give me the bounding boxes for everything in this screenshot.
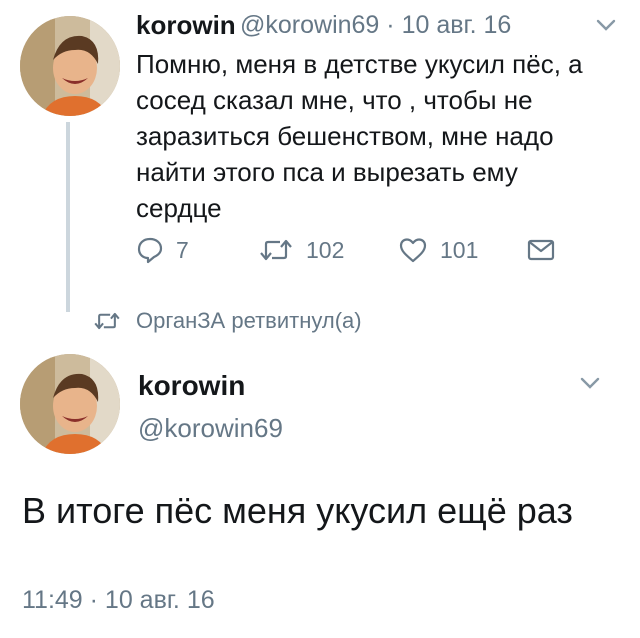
tweet-timestamp[interactable]: 11:49 · 10 авг. 16 — [22, 586, 215, 615]
like-count: 101 — [440, 236, 479, 263]
retweet-button[interactable]: 102 — [258, 232, 344, 268]
reply-button[interactable]: 7 — [136, 232, 189, 268]
display-name[interactable]: korowin — [138, 370, 245, 402]
tweet-date[interactable]: 10 авг. 16 — [402, 11, 512, 39]
tweet-text: В итоге пёс меня укусил ещё раз — [22, 490, 573, 531]
tweet-meta: @korowin69 · 10 авг. 16 — [240, 11, 511, 40]
reply-icon — [137, 237, 163, 264]
action-bar: 7 102 101 — [136, 232, 576, 268]
avatar[interactable] — [20, 16, 120, 116]
reply-count: 7 — [176, 236, 189, 263]
tweet-text: Помню, меня в детстве укусил пёс, а сосе… — [136, 49, 583, 223]
avatar-image — [20, 354, 120, 454]
handle[interactable]: @korowin69 — [138, 413, 283, 444]
separator: · — [386, 11, 395, 39]
chevron-down-icon[interactable] — [580, 376, 600, 390]
retweet-icon — [94, 312, 120, 330]
heart-icon — [399, 238, 427, 263]
handle[interactable]: @korowin69 — [240, 11, 379, 39]
envelope-icon — [527, 239, 555, 261]
retweet-notice[interactable]: ОрганЗА ретвитнул(а) — [92, 308, 362, 334]
avatar-image — [20, 16, 120, 116]
message-button[interactable] — [526, 232, 556, 268]
retweet-notice-text: ОрганЗА ретвитнул(а) — [136, 308, 362, 333]
avatar[interactable] — [20, 354, 120, 454]
thread-line — [66, 122, 70, 312]
retweet-count: 102 — [306, 236, 345, 263]
chevron-down-icon[interactable] — [596, 18, 616, 32]
like-button[interactable]: 101 — [398, 232, 478, 268]
display-name[interactable]: korowin — [136, 10, 236, 41]
retweet-icon — [260, 239, 292, 261]
